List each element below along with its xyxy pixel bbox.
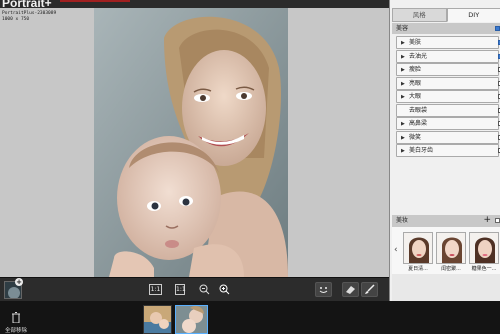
face-detect-button[interactable] [315, 282, 332, 297]
canvas-toolbar: + 1:1 1:1 [0, 277, 389, 301]
expand-arrow-icon: ▶ [401, 67, 405, 73]
beauty-section-checkbox[interactable] [495, 26, 500, 31]
delete-all-button[interactable]: 全部移除 [2, 312, 30, 334]
preset-thumbnail [436, 232, 466, 264]
adjustment-panel: 风格 DIY 美容 ▶ 美肤 ▶ 去油光 ▶ 瘦脸 ▶ 亮眼 ▶ 大眼 去眼袋 ▶ 高鼻梁 … [389, 0, 500, 301]
smiley-icon [319, 287, 328, 293]
makeup-section-checkbox[interactable] [495, 218, 500, 223]
expand-arrow-icon: ▶ [401, 40, 405, 46]
zoom-in-button[interactable] [219, 284, 230, 295]
feature-whiten-teeth[interactable]: ▶ 美白牙齿 [396, 144, 500, 157]
zoom-out-button[interactable] [199, 284, 210, 295]
feature-nose-bridge[interactable]: ▶ 高鼻梁 [396, 117, 500, 130]
chevron-left-icon[interactable]: ‹ [394, 245, 398, 255]
makeup-section-header: 美妆 + [392, 215, 500, 227]
feature-label: 美白牙齿 [409, 147, 434, 154]
feature-label: 高鼻梁 [409, 120, 428, 127]
zoom-out-icon [199, 284, 210, 295]
expand-arrow-icon: ▶ [401, 121, 405, 127]
expand-arrow-icon: ▶ [401, 53, 405, 60]
fit-window-button[interactable]: 1:1 [175, 284, 186, 295]
image-canvas[interactable]: PortraitPlus-2303089 1000 x 750 [0, 8, 389, 277]
feature-enlarge-eyes[interactable]: ▶ 大眼 [396, 90, 500, 103]
makeup-section-title: 美妆 [396, 217, 409, 224]
feature-label: 大眼 [409, 93, 422, 100]
feature-label: 美肤 [409, 39, 422, 46]
image-filename: PortraitPlus-2303089 [2, 11, 57, 16]
preset-label: 糖果色一... [471, 266, 497, 272]
portrait-photo[interactable] [94, 8, 288, 277]
beauty-section-title: 美容 [396, 25, 409, 32]
filmstrip-thumbnail-selected[interactable] [175, 305, 208, 334]
expand-arrow-icon: ▶ [401, 134, 405, 141]
feature-label: 微笑 [409, 133, 422, 141]
makeup-presets: ‹ 夏日清... 闺密聚... 糖果色一... [392, 227, 500, 274]
eraser-tool-button[interactable] [342, 282, 359, 297]
preset-label: 闺密聚... [441, 266, 461, 272]
filmstrip [0, 301, 500, 334]
preset-label: 夏日清... [408, 266, 428, 272]
preset-thumbnail [469, 232, 499, 264]
tab-diy[interactable]: DIY [446, 8, 500, 22]
title-accent [60, 0, 130, 2]
brush-icon [365, 284, 375, 294]
panel-footer [392, 274, 500, 301]
image-dimensions: 1000 x 750 [2, 17, 30, 22]
expand-arrow-icon: ▶ [401, 94, 405, 100]
makeup-preset[interactable]: 夏日清... [402, 232, 434, 272]
brush-tool-button[interactable] [361, 282, 378, 297]
feature-label: 去眼袋 [409, 106, 428, 114]
feature-brighten-eyes[interactable]: ▶ 亮眼 [396, 76, 500, 90]
zoom-in-icon [219, 284, 230, 295]
actual-size-button[interactable]: 1:1 [149, 284, 162, 295]
expand-arrow-icon: ▶ [401, 80, 405, 87]
preset-thumbnail [403, 232, 433, 264]
feature-label: 亮眼 [409, 79, 422, 87]
filmstrip-thumbnail[interactable] [143, 305, 172, 334]
add-layer-button[interactable]: + [15, 278, 23, 286]
feature-slim-face[interactable]: ▶ 瘦脸 [396, 63, 500, 76]
feature-label: 瘦脸 [409, 66, 422, 73]
makeup-preset[interactable]: 糖果色一... [468, 232, 500, 272]
expand-arrow-icon: ▶ [401, 148, 405, 154]
feature-remove-shine[interactable]: ▶ 去油光 [396, 49, 500, 63]
beauty-section-header[interactable]: 美容 [392, 23, 500, 34]
image-info: PortraitPlus-2303089 1000 x 750 [2, 11, 56, 23]
trash-icon [12, 312, 20, 324]
feature-smile[interactable]: ▶ 微笑 [396, 130, 500, 144]
tab-style[interactable]: 风格 [392, 8, 447, 22]
add-makeup-button[interactable]: + [483, 215, 491, 226]
panel-tabs: 风格 DIY [392, 8, 500, 22]
feature-label: 去油光 [409, 52, 428, 60]
delete-all-label: 全部移除 [4, 328, 27, 334]
makeup-preset[interactable]: 闺密聚... [435, 232, 467, 272]
feature-remove-eyebags[interactable]: 去眼袋 [396, 103, 500, 117]
eraser-icon [346, 286, 355, 294]
feature-skin-smoothing[interactable]: ▶ 美肤 [396, 36, 500, 49]
beauty-feature-list: ▶ 美肤 ▶ 去油光 ▶ 瘦脸 ▶ 亮眼 ▶ 大眼 去眼袋 ▶ 高鼻梁 ▶ 微笑 ▶ 美白牙齿 [392, 36, 500, 158]
